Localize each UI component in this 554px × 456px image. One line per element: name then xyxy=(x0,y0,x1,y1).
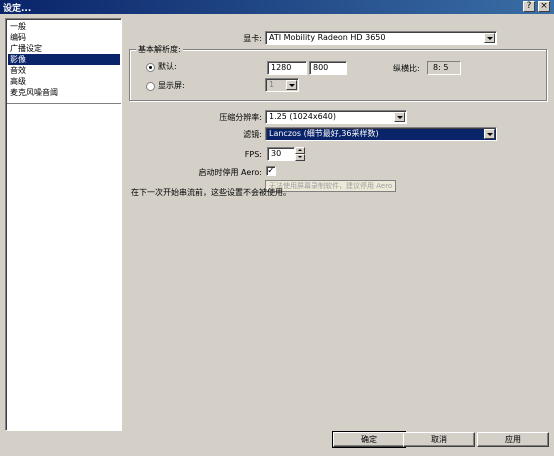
monitor-resolution-radio[interactable] xyxy=(146,82,155,91)
disable-aero-checkbox[interactable]: ✓ xyxy=(266,166,276,176)
chevron-down-icon[interactable] xyxy=(484,33,495,43)
aspect-label: 纵横比: xyxy=(393,64,420,73)
increment-arrow-icon[interactable] xyxy=(295,147,305,154)
cancel-button[interactable]: 取消 xyxy=(403,432,475,447)
adapter-select[interactable]: ATI Mobility Radeon HD 3650 xyxy=(265,31,497,45)
base-resolution-group: 基本解析度: xyxy=(129,44,547,101)
sidebar-item-general[interactable]: 一般 xyxy=(8,21,120,32)
fps-stepper[interactable] xyxy=(295,147,305,161)
filter-select[interactable]: Lanczos (细节最好,36采样数) xyxy=(265,127,497,141)
decrement-arrow-icon[interactable] xyxy=(295,154,305,161)
title-bar[interactable]: 设定... ? × xyxy=(0,0,554,14)
fps-input[interactable]: 30 xyxy=(267,147,295,161)
ok-button[interactable]: 确定 xyxy=(332,431,406,448)
close-button[interactable]: × xyxy=(538,1,550,12)
adapter-label: 显卡: xyxy=(243,34,262,43)
base-resolution-title: 基本解析度: xyxy=(136,44,183,55)
monitor-select[interactable]: 1 xyxy=(265,78,299,92)
filter-value: Lanczos (细节最好,36采样数) xyxy=(269,129,379,138)
window-title: 设定... xyxy=(3,4,32,14)
chevron-down-icon[interactable] xyxy=(286,80,297,90)
downscale-label: 压缩分辨率: xyxy=(219,113,262,122)
default-resolution-label: 默认: xyxy=(158,62,177,71)
settings-category-list[interactable]: 一般 编码 广播设定 影像 音效 高级 麦克风噪音阈 xyxy=(5,18,122,431)
sidebar-item-video[interactable]: 影像 xyxy=(8,54,120,65)
help-button[interactable]: ? xyxy=(523,1,535,12)
width-input[interactable]: 1280 xyxy=(267,61,307,75)
apply-button[interactable]: 应用 xyxy=(477,432,549,447)
height-input[interactable]: 800 xyxy=(309,61,347,75)
filter-label: 滤镜: xyxy=(243,130,262,139)
sidebar-item-broadcast[interactable]: 广播设定 xyxy=(8,43,120,54)
monitor-value: 1 xyxy=(269,80,275,89)
fps-label: FPS: xyxy=(244,150,262,159)
aero-label: 启动时停用 Aero: xyxy=(198,168,263,177)
monitor-resolution-label: 显示屏: xyxy=(158,81,185,90)
default-resolution-radio[interactable] xyxy=(146,63,155,72)
adapter-value: ATI Mobility Radeon HD 3650 xyxy=(269,33,386,42)
sidebar-item-advanced[interactable]: 高级 xyxy=(8,76,120,87)
downscale-select[interactable]: 1.25 (1024x640) xyxy=(265,110,407,124)
sidebar-item-encoding[interactable]: 编码 xyxy=(8,32,120,43)
chevron-down-icon[interactable] xyxy=(484,129,495,139)
aspect-value: 8: 5 xyxy=(427,61,461,75)
sidebar-item-audio[interactable]: 音效 xyxy=(8,65,120,76)
downscale-value: 1.25 (1024x640) xyxy=(269,112,336,121)
sidebar-divider xyxy=(7,103,121,104)
sidebar-item-mic-noise-gate[interactable]: 麦克风噪音阈 xyxy=(8,87,120,98)
settings-notice: 在下一次开始串流前，这些设置不会被使用。 xyxy=(131,188,291,197)
chevron-down-icon[interactable] xyxy=(394,112,405,122)
